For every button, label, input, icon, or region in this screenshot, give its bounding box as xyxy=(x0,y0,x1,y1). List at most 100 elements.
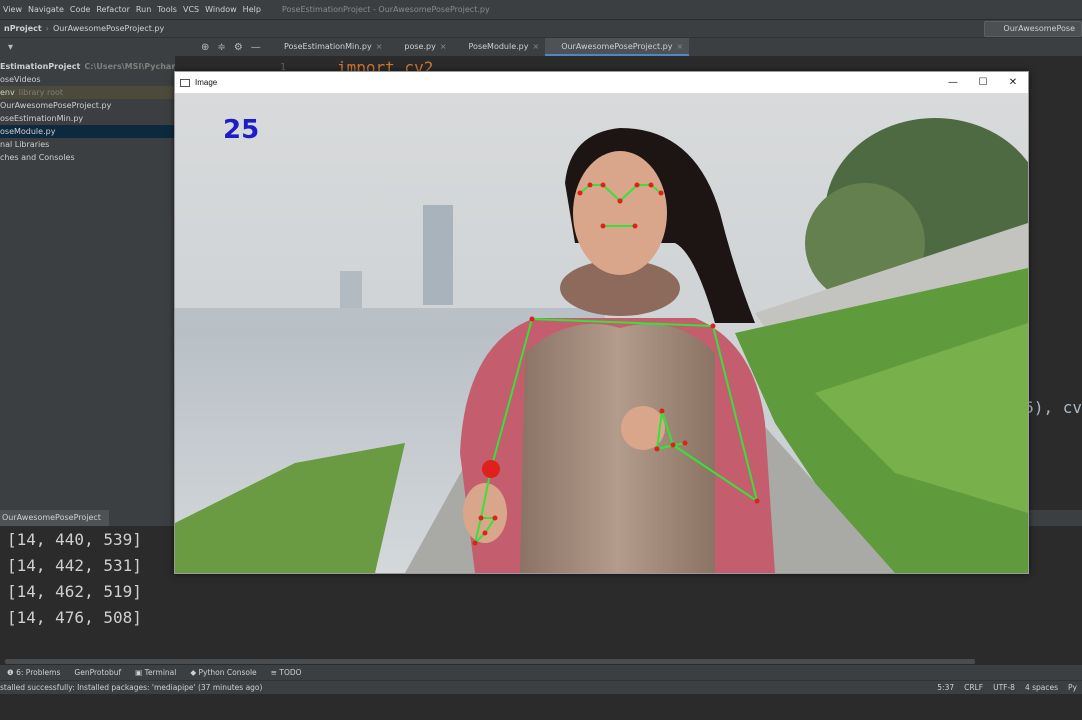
runner-vest xyxy=(520,323,715,573)
close-icon[interactable]: × xyxy=(532,42,539,51)
run-configuration-selector[interactable]: OurAwesomePose xyxy=(984,21,1082,37)
menu-window[interactable]: Window xyxy=(202,5,240,14)
tree-item-path: C:\Users\MSI\PycharmProjects\PoseEstimat… xyxy=(84,62,175,71)
project-tree: EstimationProjectC:\Users\MSI\PycharmPro… xyxy=(0,56,175,510)
tree-item-venv[interactable]: env library root xyxy=(0,86,175,99)
desktop-strip xyxy=(0,694,1082,720)
tree-item-hint: library root xyxy=(18,88,64,97)
tab-todo[interactable]: ≡ TODO xyxy=(264,668,309,677)
tab-problems[interactable]: ❶ 6: Problems xyxy=(0,668,67,677)
pose-landmark xyxy=(710,323,716,329)
console-line: [14, 442, 531] xyxy=(7,556,142,575)
skyscraper xyxy=(423,205,453,305)
tool-window-bar: ❶ 6: Problems GenProtobuf ▣ Terminal ◆ P… xyxy=(0,665,1082,680)
tree-item-our-awesome-pose-project[interactable]: OurAwesomePoseProject.py xyxy=(0,99,175,112)
tab-label: TODO xyxy=(279,668,302,677)
window-app-icon xyxy=(180,78,190,87)
pose-landmark xyxy=(482,530,488,536)
pose-landmark xyxy=(587,182,593,188)
pose-landmark xyxy=(632,223,638,229)
tab-label: PoseModule.py xyxy=(468,42,529,51)
pose-landmark xyxy=(600,223,606,229)
pose-landmark xyxy=(670,442,676,448)
pose-landmark xyxy=(529,316,535,322)
tree-item-project-root[interactable]: EstimationProjectC:\Users\MSI\PycharmPro… xyxy=(0,60,175,73)
status-message[interactable]: stalled successfully: Installed packages… xyxy=(0,683,262,692)
pose-landmark xyxy=(472,540,478,546)
menu-help[interactable]: Help xyxy=(240,5,264,14)
tree-item-pose-module[interactable]: oseModule.py xyxy=(0,125,175,138)
pose-landmark xyxy=(617,198,623,204)
window-title: Image xyxy=(195,78,218,87)
tree-item-external-libraries[interactable]: nal Libraries xyxy=(0,138,175,151)
editor-tabs: PoseEstimationMin.py × pose.py × PoseModul… xyxy=(268,38,1082,56)
close-icon[interactable]: × xyxy=(676,42,683,51)
list-icon: ≡ xyxy=(270,668,277,677)
menu-refactor[interactable]: Refactor xyxy=(93,5,133,14)
pose-landmark xyxy=(754,498,760,504)
navigation-bar: nProject › OurAwesomePoseProject.py OurA… xyxy=(0,20,1082,38)
menu-vcs[interactable]: VCS xyxy=(180,5,202,14)
indent-setting[interactable]: 4 spaces xyxy=(1020,683,1063,692)
building xyxy=(340,271,362,311)
pose-landmark xyxy=(654,446,660,452)
pose-landmark xyxy=(492,515,498,521)
tree-item-pose-estimation-min[interactable]: oseEstimationMin.py xyxy=(0,112,175,125)
tab-pose[interactable]: pose.py × xyxy=(388,38,452,56)
minimize-panel-icon[interactable]: — xyxy=(251,42,261,53)
menu-run[interactable]: Run xyxy=(133,5,154,14)
tracked-landmark-highlight xyxy=(482,460,500,478)
tree-item-scratches-consoles[interactable]: ches and Consoles xyxy=(0,151,175,164)
tab-label: OurAwesomePoseProject.py xyxy=(561,42,673,51)
tab-terminal[interactable]: ▣ Terminal xyxy=(128,668,183,677)
tab-label: Python Console xyxy=(198,668,257,677)
close-icon[interactable]: × xyxy=(440,42,447,51)
file-encoding[interactable]: UTF-8 xyxy=(988,683,1020,692)
breadcrumb-file[interactable]: OurAwesomePoseProject.py xyxy=(49,24,168,33)
gear-icon[interactable]: ⚙ xyxy=(234,42,243,53)
line-separator[interactable]: CRLF xyxy=(959,683,988,692)
info-icon: ❶ xyxy=(7,668,14,677)
video-frame: 25 xyxy=(175,93,1028,573)
pose-landmark xyxy=(577,190,583,196)
python-interpreter[interactable]: Py xyxy=(1063,683,1082,692)
breadcrumb-project[interactable]: nProject xyxy=(0,24,46,33)
pose-landmark xyxy=(658,190,664,196)
pose-landmark xyxy=(478,515,484,521)
menu-tools[interactable]: Tools xyxy=(154,5,180,14)
tab-genprotobuf[interactable]: GenProtobuf xyxy=(67,668,128,677)
run-tab[interactable]: OurAwesomePoseProject xyxy=(0,510,109,526)
tab-pose-module[interactable]: PoseModule.py × xyxy=(453,38,546,56)
menu-navigate[interactable]: Navigate xyxy=(25,5,67,14)
pose-frame-svg: 25 xyxy=(175,93,1028,573)
project-tool-header: ▾ ⊕ ≑ ⚙ — xyxy=(0,38,268,56)
menu-code[interactable]: Code xyxy=(67,5,93,14)
minimize-icon[interactable]: — xyxy=(938,72,968,93)
close-icon[interactable]: × xyxy=(376,42,383,51)
ide-window-title: PoseEstimationProject - OurAwesomePosePr… xyxy=(281,5,490,14)
tab-label: Terminal xyxy=(144,668,177,677)
terminal-icon: ▣ xyxy=(135,668,143,677)
close-icon[interactable]: ✕ xyxy=(998,72,1028,93)
tab-our-awesome-pose-project[interactable]: OurAwesomePoseProject.py × xyxy=(545,38,690,56)
opencv-image-window[interactable]: Image — ☐ ✕ 25 xyxy=(174,71,1029,574)
horizontal-scrollbar[interactable] xyxy=(5,659,975,664)
cursor-position[interactable]: 5:37 xyxy=(932,683,959,692)
window-titlebar[interactable]: Image — ☐ ✕ xyxy=(175,72,1028,93)
tab-python-console[interactable]: ◆ Python Console xyxy=(183,668,263,677)
console-line: [14, 440, 539] xyxy=(7,530,142,549)
tab-label: 6: Problems xyxy=(16,668,61,677)
tree-item-label: EstimationProject xyxy=(0,62,81,71)
tab-pose-estimation-min[interactable]: PoseEstimationMin.py × xyxy=(268,38,388,56)
menu-view[interactable]: View xyxy=(0,5,25,14)
dropdown-arrow-icon[interactable]: ▾ xyxy=(8,42,13,53)
runner-face xyxy=(573,151,667,275)
collapse-icon[interactable]: ≑ xyxy=(217,42,225,53)
fps-counter: 25 xyxy=(223,115,259,145)
pose-landmark xyxy=(634,182,640,188)
maximize-icon[interactable]: ☐ xyxy=(968,72,998,93)
pose-landmark xyxy=(659,408,665,414)
tree-item-pose-videos[interactable]: oseVideos xyxy=(0,73,175,86)
locate-icon[interactable]: ⊕ xyxy=(201,42,209,53)
tab-label: PoseEstimationMin.py xyxy=(284,42,372,51)
